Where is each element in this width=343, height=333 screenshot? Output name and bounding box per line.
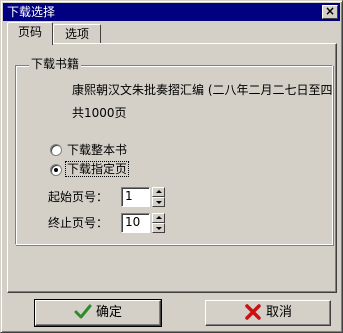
end-page-label: 终止页号： [48, 216, 109, 230]
end-page-decrement[interactable] [152, 223, 165, 233]
start-page-input[interactable]: 1 [121, 187, 150, 207]
radio-specified-pages-label[interactable]: 下载指定页 [64, 161, 130, 177]
start-page-label: 起始页号： [48, 190, 109, 204]
close-icon: × [324, 4, 336, 18]
tab-page-numbers[interactable]: 页码 [7, 22, 53, 45]
radio-specified-pages[interactable] [50, 164, 62, 176]
end-page-input[interactable]: 10 [121, 213, 150, 233]
arrow-down-icon [156, 201, 162, 204]
start-page-decrement[interactable] [152, 197, 165, 207]
tab-options[interactable]: 选项 [53, 24, 101, 45]
tab-label: 选项 [64, 27, 89, 41]
radio-whole-book-label[interactable]: 下载整本书 [67, 143, 127, 157]
cancel-button[interactable]: 取消 [205, 300, 331, 326]
window-title: 下载选择 [7, 5, 56, 19]
ok-label: 确定 [95, 305, 122, 320]
checkmark-icon [74, 304, 92, 318]
arrow-up-icon [156, 216, 162, 219]
red-x-icon [245, 303, 261, 320]
close-button[interactable]: × [322, 5, 338, 19]
radio-selected-dot [54, 168, 58, 172]
end-page-spinner [152, 213, 165, 233]
button-bar: 确定 取消 [3, 295, 340, 331]
tab-label: 页码 [17, 25, 42, 39]
start-page-increment[interactable] [152, 187, 165, 197]
cancel-label: 取消 [265, 305, 292, 320]
arrow-down-icon [156, 227, 162, 230]
end-page-increment[interactable] [152, 213, 165, 223]
ok-button[interactable]: 确定 [34, 299, 162, 327]
book-title: 康熙朝汉文朱批奏摺汇编 (二八年二月二七日至四 [72, 83, 333, 97]
start-page-spinner [152, 187, 165, 207]
download-dialog: 下载选择 × 页码 选项 下载书籍 康熙朝汉文朱批奏摺汇编 (二八年二月二七日至… [0, 0, 343, 333]
title-bar[interactable]: 下载选择 × [3, 3, 340, 21]
group-legend: 下载书籍 [29, 57, 82, 71]
radio-whole-book[interactable] [50, 144, 62, 156]
arrow-up-icon [156, 190, 162, 193]
page-count: 共1000页 [72, 106, 127, 120]
